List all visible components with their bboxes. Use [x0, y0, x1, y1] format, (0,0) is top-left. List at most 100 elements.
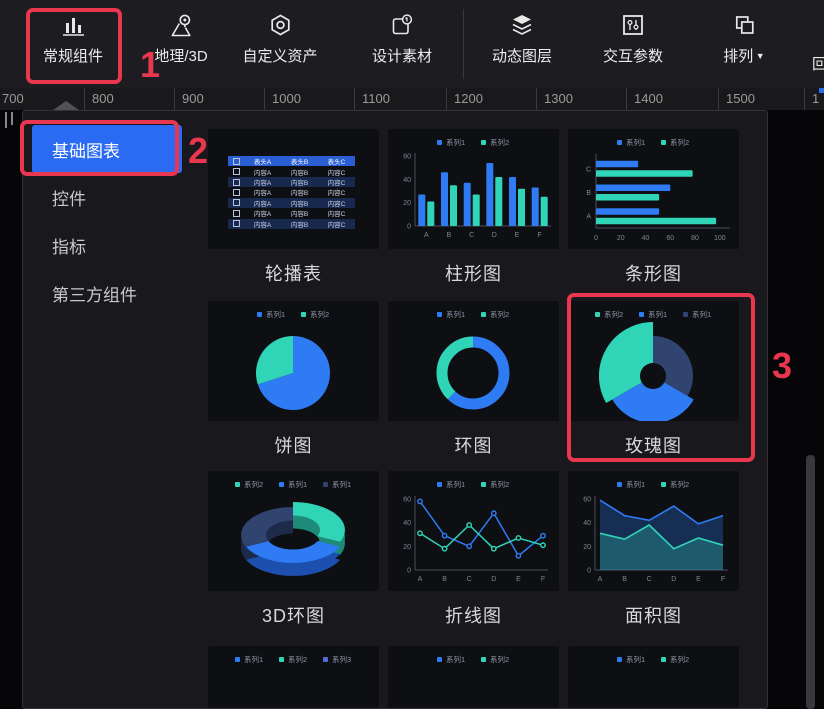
toolbar-item-3[interactable]: 自定义资产	[242, 11, 317, 66]
component-card[interactable]: 系列1 系列2	[568, 646, 739, 709]
toolbar-item-label: 交互参数	[603, 45, 663, 66]
svg-text:E: E	[696, 576, 701, 583]
svg-text:C: C	[469, 232, 474, 239]
component-card[interactable]: 表头A表头B表头C内容A内容B内容C内容A内容B内容C内容A内容B内容C内容A内…	[208, 129, 379, 286]
svg-text:0: 0	[407, 568, 411, 575]
component-card[interactable]: 系列1系列20204060ABCDEF面积图	[568, 471, 739, 628]
component-label: 轮播表	[208, 260, 379, 286]
svg-text:系列1: 系列1	[446, 309, 465, 319]
horizontal-ruler: 7008009001000110012001300140015001	[0, 88, 824, 111]
top-toolbar: 常规组件地理/3D 自定义资产 设计素材动态图层 交互参数 排列 ▼	[0, 0, 824, 90]
chart-thumbnail: 表头A表头B表头C内容A内容B内容C内容A内容B内容C内容A内容B内容C内容A内…	[208, 129, 379, 249]
vertical-scrollbar-thumb[interactable]	[806, 455, 815, 709]
ruler-tick	[626, 88, 627, 110]
chart-thumbnail: 系列1 系列2	[388, 301, 559, 421]
svg-text:C: C	[647, 576, 652, 583]
component-card[interactable]: 系列1 系列2 环图	[388, 301, 559, 458]
component-card[interactable]: 系列1系列2	[388, 646, 559, 709]
svg-text:40: 40	[403, 520, 411, 527]
svg-text:D: D	[492, 232, 497, 239]
chart-thumbnail: 系列1 系列2 系列3	[208, 646, 379, 709]
svg-text:60: 60	[403, 497, 411, 504]
ruler-marker	[53, 101, 79, 110]
svg-text:40: 40	[642, 235, 650, 242]
ruler-tick	[536, 88, 537, 110]
toolbar-item-2[interactable]: 地理/3D	[154, 11, 207, 66]
chart-thumbnail: 系列1系列20204060ABCDEF	[388, 471, 559, 591]
component-label: 环图	[388, 432, 559, 458]
ruler-tick-label: 1300	[544, 91, 573, 106]
chart-thumbnail: 系列1系列2	[388, 646, 559, 709]
toolbar-item-5[interactable]: 动态图层	[492, 11, 552, 66]
svg-text:系列2: 系列2	[490, 309, 509, 319]
component-library-panel: 基础图表控件指标第三方组件 表头A表头B表头C内容A内容B内容C内容A内容B内容…	[22, 110, 768, 709]
clipped-canvas-glyphs	[3, 112, 19, 130]
ruler-tick	[446, 88, 447, 110]
svg-text:B: B	[622, 576, 627, 583]
svg-text:F: F	[721, 576, 725, 583]
toolbar-item-7[interactable]: 排列 ▼	[723, 11, 764, 66]
component-card[interactable]: 系列1系列20204060ABCDEF折线图	[388, 471, 559, 628]
ruler-tick-label: 900	[182, 91, 204, 106]
chart-thumbnail: 系列1系列20204060ABCDEF	[568, 471, 739, 591]
component-card[interactable]: 系列1系列2CBA020406080100条形图	[568, 129, 739, 286]
chart-thumbnail: 系列1系列2	[208, 301, 379, 421]
sidebar-item-2[interactable]: 控件	[32, 173, 182, 221]
component-label: 柱形图	[388, 260, 559, 286]
toolbar-item-label: 地理/3D	[154, 45, 207, 66]
svg-text:B: B	[447, 232, 452, 239]
toolbar-item-clipped[interactable]: 回	[812, 53, 824, 74]
component-card[interactable]: 系列2系列1系列13D环图	[208, 471, 379, 628]
ruler-tick-label: 1200	[454, 91, 483, 106]
component-card[interactable]: 系列2系列1系列1玫瑰图	[568, 301, 739, 458]
svg-text:系列1: 系列1	[626, 137, 645, 147]
svg-text:系列1: 系列1	[626, 479, 645, 489]
map-pin-icon	[167, 11, 195, 39]
ruler-tick	[804, 88, 805, 110]
svg-text:20: 20	[403, 200, 411, 207]
sidebar-item-3[interactable]: 指标	[32, 221, 182, 269]
component-label: 饼图	[208, 432, 379, 458]
svg-text:系列3: 系列3	[332, 654, 351, 664]
ruler-tick-label: 1400	[634, 91, 663, 106]
component-card[interactable]: 系列1 系列2 系列3	[208, 646, 379, 709]
svg-text:0: 0	[587, 568, 591, 575]
svg-text:系列2: 系列2	[604, 309, 623, 319]
component-card[interactable]: 系列1系列2 饼图	[208, 301, 379, 458]
svg-text:系列2: 系列2	[490, 479, 509, 489]
sidebar-item-1[interactable]: 基础图表	[32, 125, 182, 173]
svg-text:系列2: 系列2	[670, 137, 689, 147]
svg-text:F: F	[538, 232, 542, 239]
ruler-tick	[718, 88, 719, 110]
svg-text:系列1: 系列1	[244, 654, 263, 664]
sidebar-item-4[interactable]: 第三方组件	[32, 269, 182, 317]
toolbar-item-label: 排列 ▼	[723, 45, 764, 66]
component-label: 面积图	[568, 602, 739, 628]
svg-text:系列1: 系列1	[446, 137, 465, 147]
annotation-step-number-3: 3	[772, 348, 792, 384]
component-card[interactable]: 系列1系列20204060ABCDEF柱形图	[388, 129, 559, 286]
carousel-table-preview: 表头A表头B表头C内容A内容B内容C内容A内容B内容C内容A内容B内容C内容A内…	[228, 156, 355, 229]
svg-text:系列1: 系列1	[626, 654, 645, 664]
svg-text:20: 20	[583, 544, 591, 551]
toolbar-item-label: 自定义资产	[242, 45, 317, 66]
ruler-tick	[354, 88, 355, 110]
svg-text:0: 0	[407, 224, 411, 231]
toolbar-item-6[interactable]: 交互参数	[603, 11, 663, 66]
chart-thumbnail: 系列2系列1系列1	[568, 301, 739, 421]
component-label: 条形图	[568, 260, 739, 286]
svg-text:A: A	[418, 576, 423, 583]
svg-text:系列2: 系列2	[670, 654, 689, 664]
svg-text:D: D	[491, 576, 496, 583]
toolbar-item-4[interactable]: 设计素材	[372, 11, 432, 66]
toolbar-divider	[463, 9, 464, 79]
component-label: 玫瑰图	[568, 432, 739, 458]
ruler-tick	[84, 88, 85, 110]
toolbar-item-label: 动态图层	[492, 45, 552, 66]
svg-text:60: 60	[403, 154, 411, 161]
toolbar-item-1[interactable]: 常规组件	[43, 11, 103, 66]
chart-thumbnail: 系列2系列1系列1	[208, 471, 379, 591]
svg-text:系列2: 系列2	[288, 654, 307, 664]
svg-text:40: 40	[583, 520, 591, 527]
svg-text:系列1: 系列1	[648, 309, 667, 319]
